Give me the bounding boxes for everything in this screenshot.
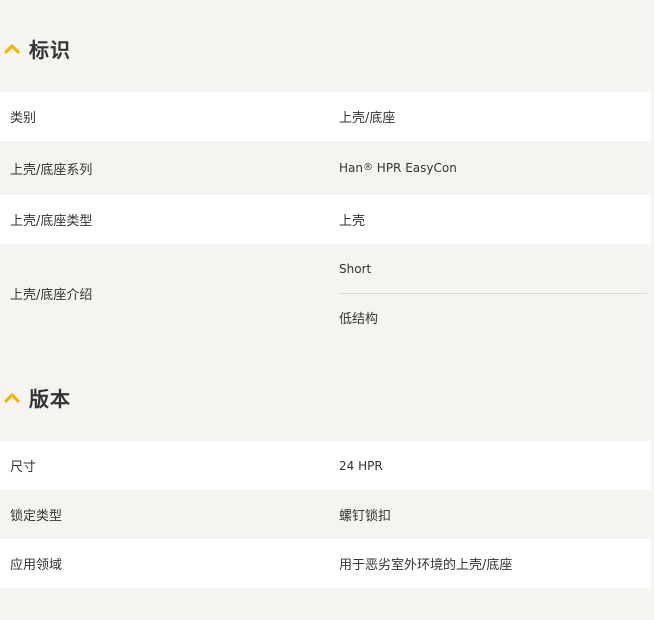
section-title: 版本 — [29, 386, 71, 411]
spec-value: Han ® HPR EasyCon — [339, 161, 457, 175]
spec-value-list: Short 低结构 — [339, 244, 647, 343]
spec-row: 锁定类型 螺钉锁扣 — [0, 490, 651, 539]
value-suffix: HPR EasyCon — [372, 161, 457, 175]
section-header-identification[interactable]: 标识 — [4, 33, 71, 63]
spec-value: 螺钉锁扣 — [339, 509, 392, 524]
spec-row: 尺寸 24 HPR — [0, 441, 651, 490]
chevron-up-icon — [4, 44, 20, 54]
spec-label: 尺寸 — [10, 460, 37, 475]
spec-value: 24 HPR — [339, 458, 383, 473]
spec-label: 上壳/底座介绍 — [10, 288, 93, 303]
spec-value: 低结构 — [339, 312, 379, 327]
spec-value: 上壳 — [339, 214, 366, 229]
spec-row: 上壳/底座类型 上壳 — [0, 195, 651, 244]
section-title: 标识 — [29, 37, 71, 62]
spec-row: 上壳/底座系列 Han ® HPR EasyCon — [0, 141, 651, 195]
spec-value: 上壳/底座 — [339, 111, 396, 126]
spec-label: 锁定类型 — [10, 509, 63, 524]
spec-row: 类别 上壳/底座 — [0, 92, 651, 141]
spec-value: Short — [339, 244, 647, 294]
spec-row: 应用领域 用于恶劣室外环境的上壳/底座 — [0, 539, 651, 588]
section-header-version[interactable]: 版本 — [4, 382, 71, 412]
spec-row: 上壳/底座介绍 Short 低结构 — [0, 244, 651, 343]
spec-label: 上壳/底座类型 — [10, 214, 93, 229]
chevron-up-icon — [4, 393, 20, 403]
spec-label: 应用领域 — [10, 558, 63, 573]
spec-label: 上壳/底座系列 — [10, 162, 93, 178]
spec-value: 用于恶劣室外环境的上壳/底座 — [339, 558, 513, 573]
spec-label: 类别 — [10, 111, 37, 126]
value-prefix: Han — [339, 161, 363, 175]
